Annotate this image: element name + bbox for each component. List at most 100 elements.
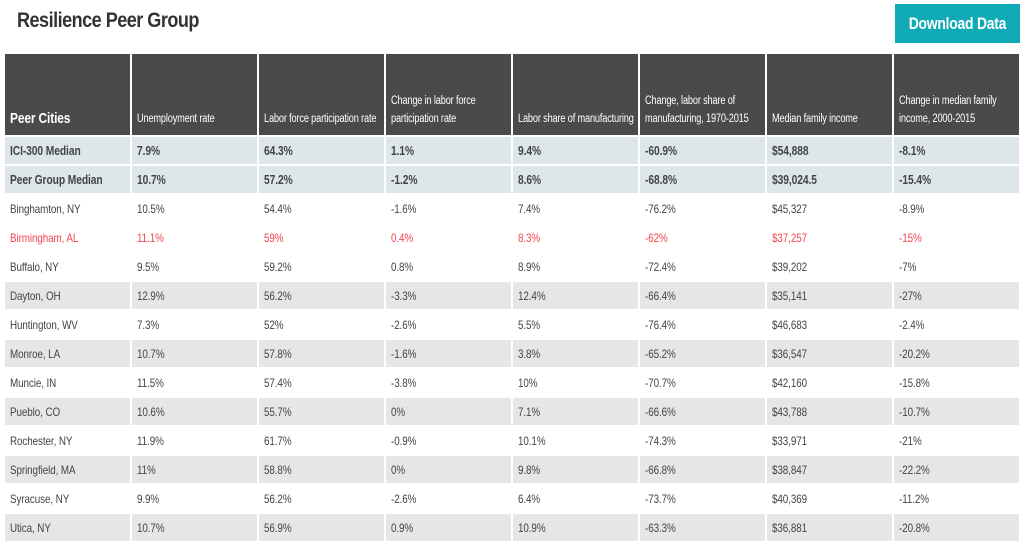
cell-value: -1.6% — [391, 201, 417, 216]
cell-change-labor-force: 0.9% — [386, 512, 511, 541]
cell-value: -20.2% — [899, 346, 930, 361]
table-row: Huntington, WV 7.3% 52% -2.6% 5.5% -76.4% $46,… — [5, 309, 1019, 338]
table-row: Binghamton, NY 10.5% 54.4% -1.6% 7.4% -76.2% $… — [5, 193, 1019, 222]
cell-value: 8.6% — [518, 172, 542, 187]
cell-value: 1.1% — [391, 143, 415, 158]
table-header-row: Peer Cities Unemployment rate Labor forc… — [5, 52, 1019, 135]
cell-peer-city: Rochester, NY — [5, 425, 130, 454]
cell-value: 10.5% — [137, 201, 165, 216]
cell-value: 0.9% — [391, 520, 414, 535]
cell-labor-share-manufacturing: 7.1% — [513, 396, 638, 425]
cell-value: -27% — [899, 288, 922, 303]
cell-labor-force-participation: 58.8% — [259, 454, 384, 483]
cell-change-median-income: -8.9% — [894, 193, 1019, 222]
cell-value: $36,547 — [772, 346, 808, 361]
download-data-label: Download Data — [908, 13, 1007, 33]
cell-value: 7.4% — [518, 201, 541, 216]
cell-median-family-income: $46,683 — [767, 309, 892, 338]
cell-value: Syracuse, NY — [10, 491, 70, 506]
cell-median-family-income: $43,788 — [767, 396, 892, 425]
table-row: Utica, NY 10.7% 56.9% 0.9% 10.9% -63.3% $36,88… — [5, 512, 1019, 541]
cell-value: -76.4% — [645, 317, 676, 332]
cell-change-labor-force: -1.6% — [386, 193, 511, 222]
column-header-label: Unemployment rate — [137, 113, 215, 125]
cell-labor-share-manufacturing: 8.3% — [513, 222, 638, 251]
table-row: Monroe, LA 10.7% 57.8% -1.6% 3.8% -65.2% $36,5… — [5, 338, 1019, 367]
cell-median-family-income: $39,202 — [767, 251, 892, 280]
cell-labor-force-participation: 56.9% — [259, 512, 384, 541]
cell-change-labor-share: -66.6% — [640, 396, 765, 425]
column-header-labor-force-participation: Labor force participation rate — [259, 52, 384, 135]
cell-peer-city: Muncie, IN — [5, 367, 130, 396]
cell-median-family-income: $37,257 — [767, 222, 892, 251]
cell-value: -20.8% — [899, 520, 930, 535]
cell-value: 6.4% — [518, 491, 541, 506]
column-header-median-family-income: Median family income — [767, 52, 892, 135]
cell-labor-force-participation: 56.2% — [259, 280, 384, 309]
cell-peer-city: Birmingham, AL — [5, 222, 130, 251]
cell-value: Rochester, NY — [10, 433, 73, 448]
cell-change-labor-share: -70.7% — [640, 367, 765, 396]
cell-value: -15.4% — [899, 172, 931, 187]
cell-change-median-income: -21% — [894, 425, 1019, 454]
cell-unemployment-rate: 11.5% — [132, 367, 257, 396]
cell-median-family-income: $36,547 — [767, 338, 892, 367]
cell-change-labor-share: -76.4% — [640, 309, 765, 338]
cell-value: 61.7% — [264, 433, 292, 448]
cell-value: $45,327 — [772, 201, 808, 216]
cell-value: -10.7% — [899, 404, 930, 419]
column-header-label: Change, labor share of manufacturing, 19… — [645, 95, 749, 125]
cell-value: 0.4% — [391, 230, 414, 245]
cell-peer-city: Dayton, OH — [5, 280, 130, 309]
cell-value: 11.5% — [137, 375, 164, 390]
cell-change-labor-share: -68.8% — [640, 164, 765, 193]
cell-value: Utica, NY — [10, 520, 51, 535]
cell-peer-city: Syracuse, NY — [5, 483, 130, 512]
column-header-change-median-income: Change in median family income, 2000-201… — [894, 52, 1019, 135]
cell-value: 0% — [391, 462, 406, 477]
cell-value: 9.9% — [137, 491, 160, 506]
cell-value: 59.2% — [264, 259, 292, 274]
cell-value: 10.7% — [137, 520, 165, 535]
column-header-change-labor-share: Change, labor share of manufacturing, 19… — [640, 52, 765, 135]
cell-labor-force-participation: 64.3% — [259, 135, 384, 164]
column-header-label: Change in labor force participation rate — [391, 95, 476, 125]
cell-value: -68.8% — [645, 172, 677, 187]
cell-value: -1.2% — [391, 172, 418, 187]
cell-value: 57.8% — [264, 346, 292, 361]
cell-labor-share-manufacturing: 10.1% — [513, 425, 638, 454]
cell-value: -0.9% — [391, 433, 417, 448]
cell-value: Binghamton, NY — [10, 201, 81, 216]
cell-value: ICI-300 Median — [10, 143, 81, 158]
cell-peer-city: Huntington, WV — [5, 309, 130, 338]
cell-labor-force-participation: 59% — [259, 222, 384, 251]
download-data-button[interactable]: Download Data — [895, 4, 1020, 43]
cell-value: 3.8% — [518, 346, 541, 361]
cell-labor-force-participation: 59.2% — [259, 251, 384, 280]
cell-value: -66.8% — [645, 462, 676, 477]
cell-value: -66.6% — [645, 404, 676, 419]
column-header-peer-cities: Peer Cities — [5, 52, 130, 135]
cell-value: -2.4% — [899, 317, 925, 332]
cell-change-median-income: -27% — [894, 280, 1019, 309]
column-header-label: Change in median family income, 2000-201… — [899, 95, 997, 125]
cell-peer-city: Pueblo, CO — [5, 396, 130, 425]
cell-value: $38,847 — [772, 462, 808, 477]
cell-value: -63.3% — [645, 520, 676, 535]
cell-median-family-income: $40,369 — [767, 483, 892, 512]
cell-change-labor-share: -76.2% — [640, 193, 765, 222]
cell-change-labor-share: -66.4% — [640, 280, 765, 309]
cell-value: 64.3% — [264, 143, 293, 158]
cell-value: Dayton, OH — [10, 288, 61, 303]
cell-change-median-income: -8.1% — [894, 135, 1019, 164]
cell-median-family-income: $54,888 — [767, 135, 892, 164]
cell-change-median-income: -10.7% — [894, 396, 1019, 425]
cell-value: 59% — [264, 230, 284, 245]
cell-labor-share-manufacturing: 8.9% — [513, 251, 638, 280]
cell-value: -11.2% — [899, 491, 929, 506]
cell-value: $37,257 — [772, 230, 808, 245]
cell-labor-force-participation: 57.8% — [259, 338, 384, 367]
cell-value: -21% — [899, 433, 922, 448]
cell-value: Birmingham, AL — [10, 230, 79, 245]
cell-value: 57.2% — [264, 172, 293, 187]
